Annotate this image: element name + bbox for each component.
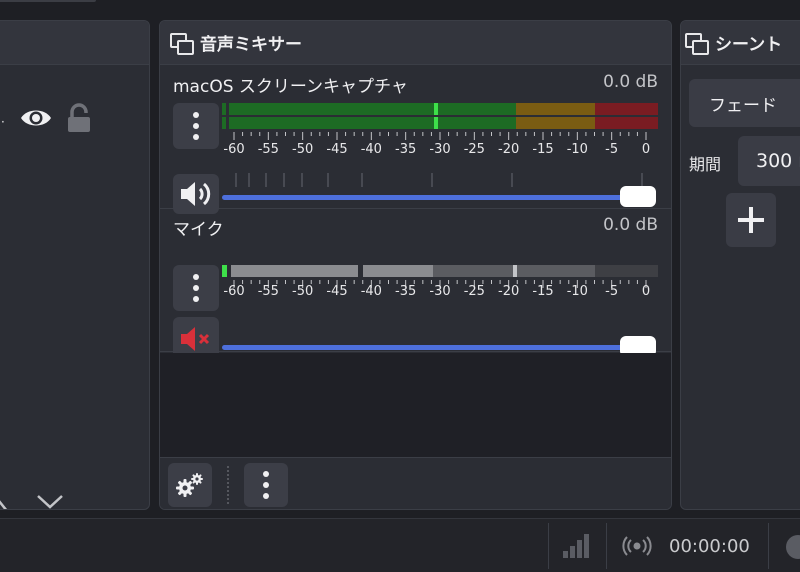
kebab-icon xyxy=(263,471,269,499)
scale-label: -45 xyxy=(326,142,348,157)
scale-label: -5 xyxy=(605,142,619,157)
add-transition-button[interactable] xyxy=(726,193,776,247)
sources-dock: · xyxy=(0,20,150,510)
audio-mixer-dock: 音声ミキサー macOS スクリーンキャプチャ 0.0 dB -60 -55 -… xyxy=(159,20,672,510)
top-bar xyxy=(0,0,800,12)
scale-label: -20 xyxy=(498,284,520,299)
status-separator xyxy=(548,523,549,569)
footer-divider xyxy=(227,466,229,504)
scene-transitions-header: シーント xyxy=(681,21,800,65)
scale-label: -60 xyxy=(223,142,245,157)
channel-name: macOS スクリーンキャプチャ xyxy=(173,77,408,97)
scale-label: -25 xyxy=(463,284,485,299)
chevron-down-icon[interactable] xyxy=(35,491,65,510)
meter-ticks xyxy=(233,132,647,140)
recording-icon xyxy=(622,536,652,556)
status-separator xyxy=(768,523,769,569)
kebab-icon xyxy=(193,274,199,302)
plus-icon xyxy=(738,207,764,233)
scale-label: -30 xyxy=(429,142,451,157)
transition-select[interactable]: フェード xyxy=(689,79,800,127)
scale-label: -45 xyxy=(326,284,348,299)
advanced-audio-settings-button[interactable] xyxy=(168,463,212,507)
scale-label: -60 xyxy=(223,284,245,299)
meter-scale: -60 -55 -50 -45 -40 -35 -30 -25 -20 -15 -10 -5 0 xyxy=(222,284,658,300)
duration-label: 期間 xyxy=(689,155,722,174)
scale-label: -35 xyxy=(395,142,417,157)
lock-open-icon[interactable] xyxy=(65,103,93,133)
scale-label: -40 xyxy=(360,284,382,299)
meter-row-left xyxy=(222,103,658,115)
sources-dock-header xyxy=(0,21,149,65)
channel-db-value: 0.0 dB xyxy=(603,215,658,235)
speaker-muted-icon xyxy=(181,327,210,351)
scene-transitions-title: シーント xyxy=(715,35,783,55)
volume-slider[interactable] xyxy=(222,186,658,208)
mixer-menu-button[interactable] xyxy=(244,463,288,507)
scale-label: -5 xyxy=(605,284,619,299)
status-indicator xyxy=(786,535,800,559)
scale-label: -50 xyxy=(292,142,314,157)
speaker-icon xyxy=(181,182,211,206)
channel-db-value: 0.0 dB xyxy=(603,72,658,92)
scene-transitions-dock: シーント フェード 期間 300 m xyxy=(680,20,800,510)
channel-menu-button[interactable] xyxy=(173,265,219,311)
channel-menu-button[interactable] xyxy=(173,103,219,149)
scale-label: -30 xyxy=(429,284,451,299)
status-bar: 00:00:00 xyxy=(0,518,800,572)
scale-label: -15 xyxy=(532,284,554,299)
meter-scale: -60 -55 -50 -45 -40 -35 -30 -25 -20 -15 -10 -5 0 xyxy=(222,142,658,158)
scale-label: -35 xyxy=(395,284,417,299)
mixer-footer xyxy=(160,457,671,509)
scale-label: 0 xyxy=(641,284,651,299)
meter-row-left xyxy=(222,265,658,277)
stream-time: 00:00:00 xyxy=(669,536,750,557)
mute-button[interactable] xyxy=(173,174,219,214)
meter-row-right xyxy=(222,117,658,129)
source-name-ellipsis: · xyxy=(1,115,6,129)
scale-label: -55 xyxy=(257,142,279,157)
chevron-up-icon[interactable] xyxy=(0,495,11,510)
status-separator xyxy=(606,523,607,569)
scale-label: 0 xyxy=(641,142,651,157)
scale-label: -25 xyxy=(463,142,485,157)
volume-slider-handle[interactable] xyxy=(620,186,656,207)
gears-icon xyxy=(176,473,203,497)
kebab-icon xyxy=(193,112,199,140)
scale-label: -50 xyxy=(292,284,314,299)
mixer-empty-area xyxy=(160,353,671,457)
peak-indicator xyxy=(434,117,438,129)
source-row[interactable]: · xyxy=(1,99,141,139)
scale-label: -15 xyxy=(532,142,554,157)
scale-label: -20 xyxy=(498,142,520,157)
audio-mixer-title: 音声ミキサー xyxy=(200,35,302,55)
audio-mixer-header: 音声ミキサー xyxy=(160,21,671,65)
scale-label: -55 xyxy=(257,284,279,299)
peak-indicator xyxy=(513,265,517,277)
volume-slider-track[interactable] xyxy=(222,345,642,350)
scale-label: -10 xyxy=(566,284,588,299)
mixer-channel: macOS スクリーンキャプチャ 0.0 dB -60 -55 -50 -45 -40-… xyxy=(160,66,671,214)
duration-input[interactable]: 300 m xyxy=(738,136,800,186)
volume-meter xyxy=(222,103,658,131)
signal-icon xyxy=(563,534,589,558)
mixer-channel: マイク 0.0 dB -60 -55 -50 -45 -40 -35 -30 -25 -20 -1… xyxy=(160,209,671,361)
scale-label: -10 xyxy=(566,142,588,157)
peak-indicator xyxy=(434,103,438,115)
volume-slider-track[interactable] xyxy=(222,195,642,200)
tab-edge xyxy=(0,0,96,2)
dock-float-icon[interactable] xyxy=(685,32,709,55)
scale-label: -40 xyxy=(360,142,382,157)
channel-name: マイク xyxy=(173,220,224,240)
dock-float-icon[interactable] xyxy=(170,32,194,55)
eye-icon[interactable] xyxy=(19,105,53,131)
